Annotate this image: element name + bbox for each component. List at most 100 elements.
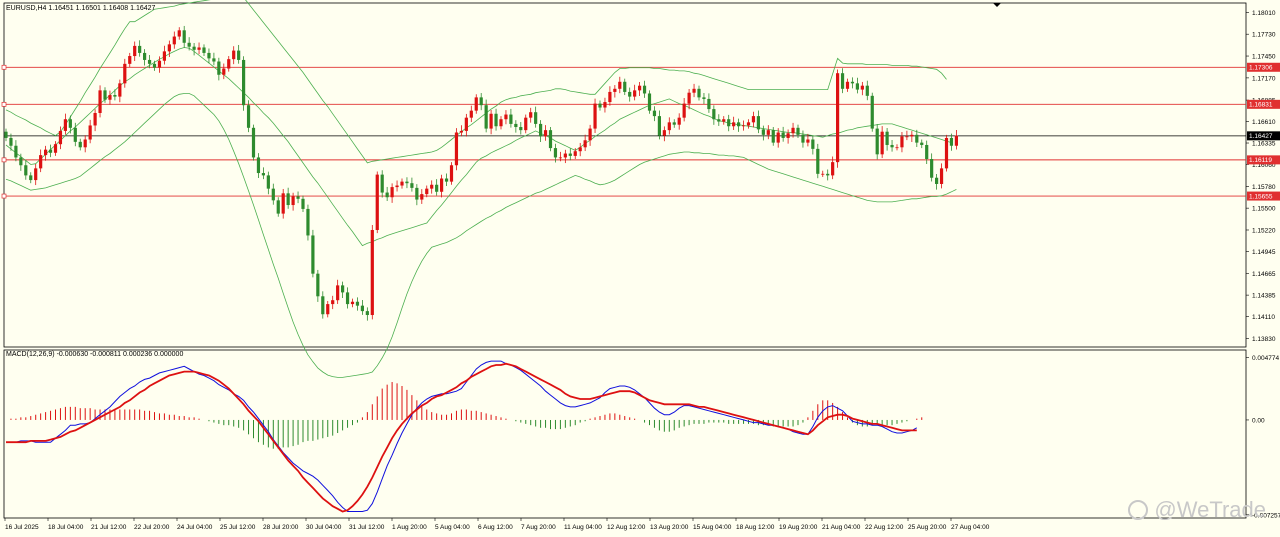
bear-candle	[796, 127, 800, 135]
bull-candle	[58, 130, 63, 145]
bear-candle	[826, 173, 830, 176]
time-tick-label: 25 Aug 20:00	[908, 524, 947, 531]
hline-price-label: 1.16119	[1249, 157, 1272, 164]
bull-candle	[222, 68, 226, 75]
time-tick-label: 28 Jul 20:00	[263, 524, 299, 531]
time-tick-label: 6 Aug 12:00	[478, 524, 513, 531]
bear-candle	[509, 114, 513, 124]
bear-candle	[48, 149, 53, 153]
bear-candle	[296, 196, 300, 199]
bear-candle	[915, 134, 919, 143]
bear-candle	[444, 178, 449, 182]
time-tick-label: 13 Aug 20:00	[650, 524, 689, 531]
time-tick-label: 16 Jul 2025	[5, 524, 39, 531]
bull-candle	[400, 181, 404, 186]
bull-candle	[133, 45, 137, 57]
bear-candle	[306, 208, 310, 236]
time-tick-label: 30 Jul 04:00	[306, 524, 342, 531]
bull-candle	[44, 149, 48, 156]
hline-price-label: 1.16831	[1249, 102, 1273, 109]
watermark-text: @WeTrade	[1154, 497, 1266, 522]
time-tick-label: 31 Jul 12:00	[349, 524, 385, 531]
bull-candle	[93, 112, 97, 126]
time-tick-label: 15 Aug 04:00	[693, 524, 732, 531]
bear-candle	[78, 141, 82, 148]
bear-candle	[202, 47, 206, 53]
time-tick-label: 18 Jul 04:00	[48, 524, 84, 531]
bull-candle	[667, 122, 671, 131]
bull-candle	[227, 59, 231, 69]
bull-candle	[954, 135, 958, 146]
bull-candle	[608, 91, 612, 103]
bear-candle	[355, 301, 360, 306]
price-tick-label: 1.15220	[1252, 227, 1276, 234]
bull-candle	[529, 112, 533, 118]
bull-candle	[440, 178, 444, 192]
bear-candle	[192, 46, 196, 50]
bear-candle	[652, 110, 657, 117]
bear-candle	[920, 142, 924, 145]
bull-candle	[370, 229, 374, 316]
bear-candle	[237, 50, 241, 60]
bear-candle	[539, 123, 543, 137]
time-tick-label: 22 Aug 12:00	[865, 524, 904, 531]
hline-price-label: 1.15655	[1249, 193, 1273, 200]
bull-candle	[157, 60, 162, 68]
bear-candle	[657, 116, 661, 136]
bull-candle	[831, 162, 835, 176]
bear-candle	[697, 88, 701, 98]
bull-candle	[420, 194, 424, 200]
price-tick-label: 1.18010	[1252, 10, 1276, 17]
bear-candle	[672, 122, 676, 125]
time-tick-label: 22 Jul 20:00	[134, 524, 170, 531]
time-tick-label: 19 Aug 20:00	[779, 524, 818, 531]
bull-candle	[118, 83, 122, 97]
bull-candle	[732, 122, 736, 127]
background	[0, 0, 1280, 537]
bull-candle	[499, 119, 503, 127]
price-tick-label: 1.16335	[1252, 141, 1276, 148]
bull-candle	[162, 51, 166, 61]
bull-candle	[766, 130, 770, 135]
bear-candle	[553, 148, 558, 158]
bear-candle	[276, 200, 280, 214]
hline-price-label: 1.17306	[1249, 65, 1273, 72]
bull-candle	[172, 36, 176, 45]
bear-candle	[217, 61, 221, 75]
bear-candle	[365, 311, 369, 316]
bear-candle	[9, 137, 13, 146]
bull-candle	[123, 63, 127, 84]
bull-candle	[291, 196, 295, 206]
bear-candle	[360, 305, 364, 312]
bear-candle	[935, 177, 939, 184]
bear-candle	[261, 173, 265, 176]
bear-candle	[548, 130, 553, 149]
bull-candle	[910, 134, 914, 137]
bull-candle	[464, 117, 468, 131]
bull-candle	[459, 130, 463, 133]
bear-candle	[737, 122, 741, 127]
macd-tick-label: 0.00	[1252, 417, 1265, 424]
bear-candle	[345, 292, 350, 305]
bull-candle	[939, 168, 944, 184]
bull-candle	[677, 117, 681, 125]
bear-candle	[138, 45, 142, 53]
bull-candle	[806, 139, 810, 143]
bear-candle	[103, 90, 107, 100]
bear-candle	[568, 153, 572, 156]
bull-candle	[469, 110, 473, 118]
bull-candle	[618, 81, 622, 89]
bull-candle	[895, 147, 899, 149]
bear-candle	[152, 63, 157, 68]
time-tick-label: 5 Aug 04:00	[435, 524, 470, 531]
wetrade-logo-icon	[1128, 500, 1149, 520]
time-tick-label: 18 Aug 12:00	[736, 524, 775, 531]
bull-candle	[741, 125, 746, 127]
bull-candle	[603, 102, 607, 108]
bear-candle	[271, 188, 275, 201]
bull-candle	[692, 88, 696, 93]
bull-candle	[543, 130, 548, 137]
bull-candle	[662, 130, 666, 136]
bear-candle	[885, 131, 889, 145]
bull-candle	[425, 188, 429, 195]
